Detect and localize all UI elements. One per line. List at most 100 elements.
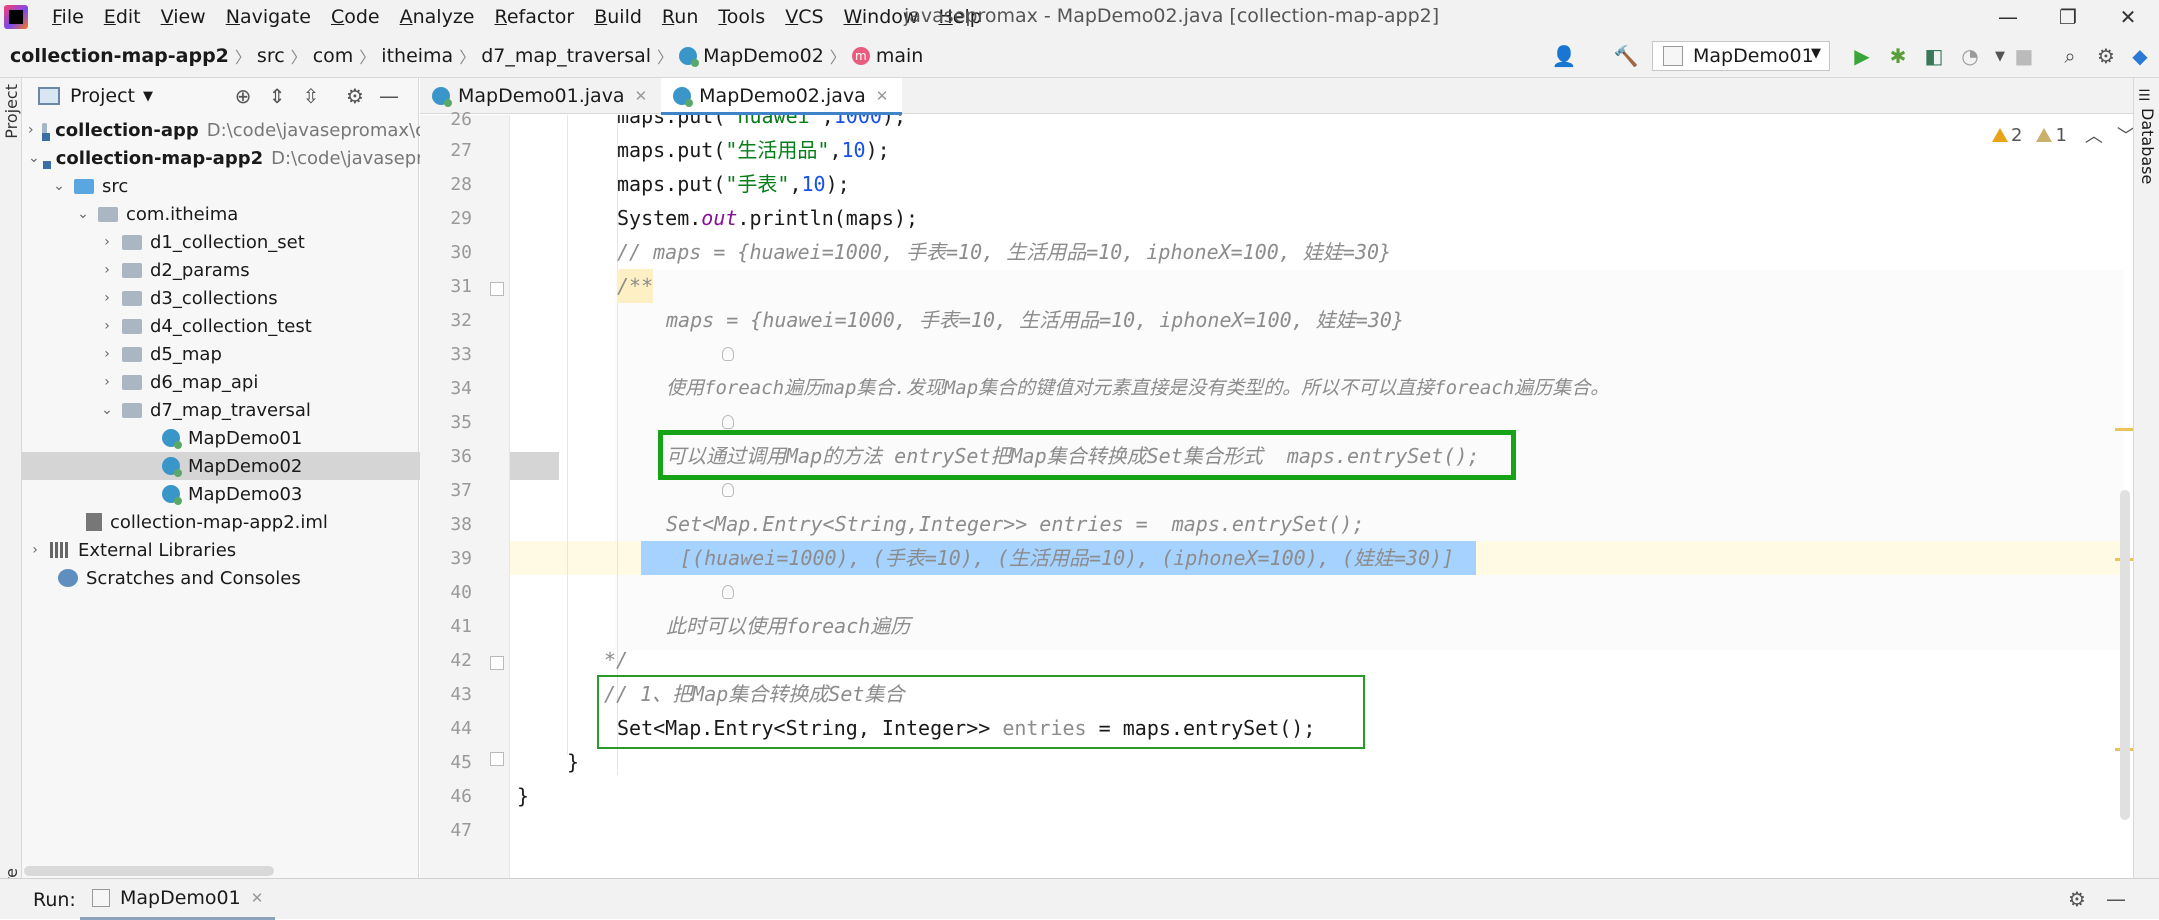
tree-item-path: D:\code\javasepro: [271, 147, 425, 169]
breadcrumb-src[interactable]: src: [257, 45, 285, 67]
breadcrumb-class[interactable]: MapDemo02: [703, 45, 824, 67]
code-editor[interactable]: maps.put("huawei",1000); maps.put("生活用品"…: [510, 115, 2123, 878]
restore-button[interactable]: ❐: [2038, 0, 2098, 34]
lightbulb-icon[interactable]: [722, 347, 734, 361]
menu-vcs[interactable]: VCS: [775, 6, 833, 28]
user-icon[interactable]: 👤: [1550, 42, 1578, 70]
collapse-all-icon[interactable]: ⇳: [298, 84, 324, 108]
tab-mapdemo02[interactable]: MapDemo02.java ✕: [661, 78, 903, 115]
breadcrumb-separator: 〉: [829, 47, 846, 67]
code-line-38: Set<Map.Entry<String,Integer>> entries =…: [666, 512, 1365, 536]
code-line-26: maps.put("huawei",1000);: [617, 115, 906, 133]
previous-highlight-icon[interactable]: ︿: [2085, 122, 2103, 148]
line-number: 33: [450, 344, 472, 365]
chevron-down-icon[interactable]: ⌄: [100, 402, 114, 418]
profile-icon[interactable]: ◔: [1956, 42, 1984, 70]
highlight-annotation-box: [658, 430, 1516, 480]
search-icon[interactable]: ⌕: [2056, 42, 2084, 70]
scroll-marker[interactable]: [2115, 428, 2133, 431]
gear-icon[interactable]: ⚙: [342, 84, 368, 108]
tree-item-collection-map-app2[interactable]: ⌄ collection-map-app2 D:\code\javasepro: [22, 144, 425, 172]
chevron-right-icon[interactable]: ›: [28, 122, 34, 138]
menu-build[interactable]: Build: [584, 6, 652, 28]
line-number: 42: [450, 650, 472, 671]
libraries-icon: [50, 542, 70, 558]
hide-panel-icon[interactable]: —: [376, 84, 402, 108]
build-hammer-icon[interactable]: 🔨: [1612, 42, 1640, 70]
tree-item-scratches[interactable]: Scratches and Consoles: [22, 564, 455, 592]
project-horizontal-scrollbar[interactable]: [24, 866, 274, 876]
toolbox-icon[interactable]: ◆: [2126, 42, 2154, 70]
settings-gear-icon[interactable]: ⚙: [2092, 42, 2120, 70]
breadcrumb-package[interactable]: d7_map_traversal: [481, 45, 651, 67]
run-config-icon: [1663, 46, 1683, 66]
menu-analyze[interactable]: Analyze: [390, 6, 485, 28]
menu-file[interactable]: File: [42, 6, 94, 28]
chevron-down-icon[interactable]: ⌄: [76, 206, 90, 222]
tree-item-collection-app[interactable]: › collection-app D:\code\javasepromax\c: [22, 116, 425, 144]
menu-run[interactable]: Run: [652, 6, 708, 28]
breadcrumb-project[interactable]: collection-map-app2: [10, 45, 229, 67]
lightbulb-icon[interactable]: [722, 483, 734, 497]
run-configuration-select[interactable]: MapDemo01 ▼: [1652, 41, 1830, 71]
chevron-down-icon[interactable]: ⌄: [52, 178, 66, 194]
expand-all-icon[interactable]: ⇕: [264, 84, 290, 108]
breadcrumb-com[interactable]: com: [313, 45, 354, 67]
run-tab-mapdemo01[interactable]: MapDemo01 ✕: [80, 879, 276, 920]
close-icon[interactable]: ✕: [251, 889, 264, 907]
tree-item-external-libraries[interactable]: › External Libraries: [22, 536, 425, 564]
code-token: 10: [801, 172, 826, 196]
database-tool-tab[interactable]: Database: [2138, 108, 2157, 184]
lightbulb-icon[interactable]: [722, 585, 734, 599]
menu-refactor[interactable]: Refactor: [484, 6, 584, 28]
code-token: maps.put(: [617, 172, 726, 196]
fold-marker-icon[interactable]: [490, 656, 504, 670]
chevron-right-icon[interactable]: ›: [100, 290, 114, 306]
chevron-down-icon[interactable]: ▼: [143, 89, 153, 104]
package-icon: [122, 262, 142, 278]
tree-item-com-itheima[interactable]: ⌄ com.itheima: [22, 200, 473, 228]
chevron-down-icon[interactable]: ⌄: [28, 150, 40, 166]
chevron-right-icon[interactable]: ›: [100, 234, 114, 250]
breadcrumb-itheima[interactable]: itheima: [381, 45, 453, 67]
package-icon: [122, 374, 142, 390]
coverage-icon[interactable]: ◧: [1920, 42, 1948, 70]
project-tool-tab[interactable]: Project: [2, 84, 21, 139]
debug-icon[interactable]: ✱: [1884, 42, 1912, 70]
minimize-button[interactable]: —: [1978, 0, 2038, 34]
line-number: 43: [450, 684, 472, 705]
menu-code[interactable]: Code: [321, 6, 390, 28]
fold-marker-icon[interactable]: [490, 282, 504, 296]
chevron-right-icon[interactable]: ›: [100, 346, 114, 362]
close-icon[interactable]: ✕: [635, 87, 648, 105]
project-panel: Project ▼ ⊕ ⇕ ⇳ ⚙ — › collection-app D:\…: [22, 78, 559, 878]
minimize-panel-icon[interactable]: —: [2106, 887, 2126, 911]
menu-tools[interactable]: Tools: [708, 6, 775, 28]
chevron-right-icon[interactable]: ›: [28, 542, 42, 558]
menu-view[interactable]: View: [151, 6, 216, 28]
chevron-right-icon[interactable]: ›: [100, 262, 114, 278]
java-class-icon: [673, 87, 694, 107]
close-window-button[interactable]: ✕: [2098, 0, 2158, 34]
code-token: maps.put(: [617, 138, 726, 162]
warning-count: 2: [2011, 124, 2023, 146]
lightbulb-icon[interactable]: [722, 415, 734, 429]
menu-navigate[interactable]: Navigate: [216, 6, 321, 28]
tree-item-src[interactable]: ⌄ src: [22, 172, 449, 200]
inspection-widget[interactable]: 2 1 ︿ ﹀: [1992, 122, 2135, 148]
indent-guide: [567, 115, 568, 755]
breadcrumb-method[interactable]: main: [876, 45, 923, 67]
menu-edit[interactable]: Edit: [94, 6, 151, 28]
chevron-right-icon[interactable]: ›: [100, 318, 114, 334]
fold-marker-icon[interactable]: [490, 752, 504, 766]
editor-vertical-scrollbar[interactable]: [2120, 490, 2130, 820]
run-icon[interactable]: ▶: [1848, 42, 1876, 70]
project-view-select[interactable]: Project: [70, 85, 135, 107]
tree-item-iml-file[interactable]: collection-map-app2.iml: [22, 508, 483, 536]
locate-icon[interactable]: ⊕: [230, 84, 256, 108]
gear-icon[interactable]: ⚙: [2068, 887, 2086, 911]
chevron-right-icon[interactable]: ›: [100, 374, 114, 390]
close-icon[interactable]: ✕: [876, 87, 889, 105]
stop-icon[interactable]: ■: [2010, 42, 2038, 70]
code-token: ,: [821, 115, 834, 128]
